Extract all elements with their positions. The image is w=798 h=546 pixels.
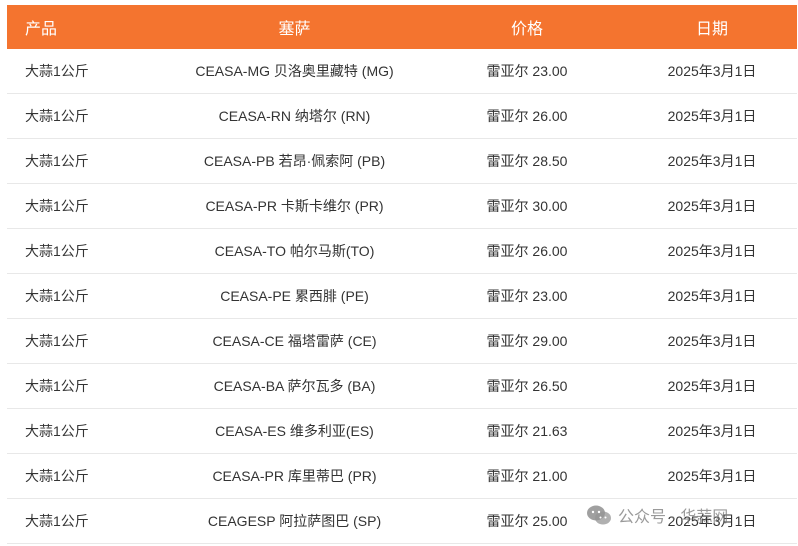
cell-market: CEASA-PR 库里蒂巴 (PR) bbox=[212, 468, 377, 484]
cell-date: 2025年3月1日 bbox=[667, 378, 757, 394]
cell-product: 大蒜1公斤 bbox=[25, 63, 89, 79]
table-row: 大蒜1公斤 CEASA-MG 贝洛奥里藏特 (MG) 雷亚尔 23.00 202… bbox=[7, 49, 797, 94]
cell-product: 大蒜1公斤 bbox=[25, 423, 89, 439]
cell-product: 大蒜1公斤 bbox=[25, 333, 89, 349]
cell-product: 大蒜1公斤 bbox=[25, 108, 89, 124]
cell-price: 雷亚尔 26.00 bbox=[486, 243, 568, 259]
cell-product: 大蒜1公斤 bbox=[25, 468, 89, 484]
cell-product: 大蒜1公斤 bbox=[25, 243, 89, 259]
cell-price: 雷亚尔 26.50 bbox=[486, 378, 568, 394]
cell-product: 大蒜1公斤 bbox=[25, 378, 89, 394]
cell-price: 雷亚尔 29.00 bbox=[486, 333, 568, 349]
cell-date: 2025年3月1日 bbox=[667, 513, 757, 529]
cell-price: 雷亚尔 23.00 bbox=[486, 63, 568, 79]
cell-market: CEASA-MG 贝洛奥里藏特 (MG) bbox=[195, 63, 394, 79]
price-table: 产品 塞萨 价格 日期 大蒜1公斤 CEASA-MG 贝洛奥里藏特 (MG) 雷… bbox=[7, 5, 797, 544]
header-market: 塞萨 bbox=[278, 21, 311, 38]
table-row: 大蒜1公斤 CEASA-BA 萨尔瓦多 (BA) 雷亚尔 26.50 2025年… bbox=[7, 364, 797, 409]
header-product: 产品 bbox=[25, 21, 58, 38]
table-row: 大蒜1公斤 CEASA-TO 帕尔马斯(TO) 雷亚尔 26.00 2025年3… bbox=[7, 229, 797, 274]
table-row: 大蒜1公斤 CEASA-PB 若昂·佩索阿 (PB) 雷亚尔 28.50 202… bbox=[7, 139, 797, 184]
table-row: 大蒜1公斤 CEAGESP 阿拉萨图巴 (SP) 雷亚尔 25.00 2025年… bbox=[7, 499, 797, 544]
table-header: 产品 塞萨 价格 日期 bbox=[7, 5, 797, 49]
cell-date: 2025年3月1日 bbox=[667, 108, 757, 124]
header-price: 价格 bbox=[510, 21, 543, 38]
table-row: 大蒜1公斤 CEASA-CE 福塔雷萨 (CE) 雷亚尔 29.00 2025年… bbox=[7, 319, 797, 364]
cell-date: 2025年3月1日 bbox=[667, 153, 757, 169]
cell-product: 大蒜1公斤 bbox=[25, 153, 89, 169]
cell-price: 雷亚尔 23.00 bbox=[486, 288, 568, 304]
table-row: 大蒜1公斤 CEASA-PR 库里蒂巴 (PR) 雷亚尔 21.00 2025年… bbox=[7, 454, 797, 499]
cell-market: CEAGESP 阿拉萨图巴 (SP) bbox=[207, 513, 382, 529]
cell-product: 大蒜1公斤 bbox=[25, 198, 89, 214]
cell-date: 2025年3月1日 bbox=[667, 198, 757, 214]
cell-price: 雷亚尔 25.00 bbox=[486, 513, 568, 529]
cell-market: CEASA-TO 帕尔马斯(TO) bbox=[214, 243, 375, 259]
cell-market: CEASA-PB 若昂·佩索阿 (PB) bbox=[203, 153, 386, 169]
cell-market: CEASA-PE 累西腓 (PE) bbox=[220, 288, 369, 304]
table-row: 大蒜1公斤 CEASA-PE 累西腓 (PE) 雷亚尔 23.00 2025年3… bbox=[7, 274, 797, 319]
cell-market: CEASA-RN 纳塔尔 (RN) bbox=[218, 108, 371, 124]
cell-market: CEASA-ES 维多利亚(ES) bbox=[215, 423, 374, 439]
table-row: 大蒜1公斤 CEASA-PR 卡斯卡维尔 (PR) 雷亚尔 30.00 2025… bbox=[7, 184, 797, 229]
cell-price: 雷亚尔 28.50 bbox=[486, 153, 568, 169]
cell-price: 雷亚尔 21.63 bbox=[486, 423, 568, 439]
header-date: 日期 bbox=[695, 21, 728, 38]
cell-price: 雷亚尔 30.00 bbox=[486, 198, 568, 214]
cell-product: 大蒜1公斤 bbox=[25, 513, 89, 529]
cell-market: CEASA-PR 卡斯卡维尔 (PR) bbox=[205, 198, 384, 214]
cell-date: 2025年3月1日 bbox=[667, 333, 757, 349]
cell-product: 大蒜1公斤 bbox=[25, 288, 89, 304]
cell-date: 2025年3月1日 bbox=[667, 288, 757, 304]
cell-date: 2025年3月1日 bbox=[667, 243, 757, 259]
cell-date: 2025年3月1日 bbox=[667, 63, 757, 79]
cell-date: 2025年3月1日 bbox=[667, 468, 757, 484]
table-row: 大蒜1公斤 CEASA-ES 维多利亚(ES) 雷亚尔 21.63 2025年3… bbox=[7, 409, 797, 454]
cell-market: CEASA-BA 萨尔瓦多 (BA) bbox=[213, 378, 376, 394]
cell-price: 雷亚尔 26.00 bbox=[486, 108, 568, 124]
cell-market: CEASA-CE 福塔雷萨 (CE) bbox=[212, 333, 377, 349]
cell-price: 雷亚尔 21.00 bbox=[486, 468, 568, 484]
cell-date: 2025年3月1日 bbox=[667, 423, 757, 439]
table-row: 大蒜1公斤 CEASA-RN 纳塔尔 (RN) 雷亚尔 26.00 2025年3… bbox=[7, 94, 797, 139]
